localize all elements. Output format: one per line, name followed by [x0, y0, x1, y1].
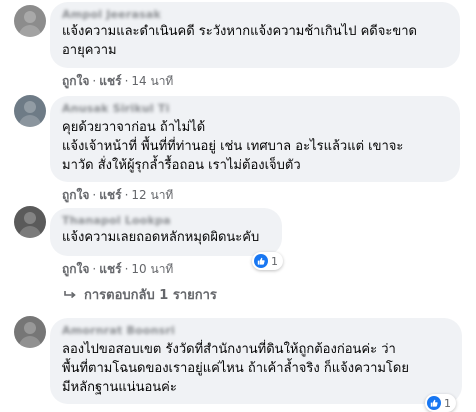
commenter-avatar[interactable] [14, 316, 46, 348]
comment-bubble: Anusak Sirikul Ti คุยด้วยวาจาก่อน ถ้าไม่… [50, 96, 460, 182]
commenter-avatar[interactable] [14, 5, 46, 37]
comment-bubble: Ampol Jeerasak แจ้งความและดำเนินคดี ระวั… [50, 2, 460, 68]
comment-text: ลองไปขอสอบเขต รังวัดที่สำนักงานที่ดินให้… [62, 342, 409, 395]
share-link[interactable]: แชร์ [99, 74, 121, 88]
reply-arrow-icon [64, 290, 76, 298]
reaction-count[interactable]: 1 [252, 252, 283, 270]
comment-author[interactable]: Amornrat Boonsri [62, 324, 450, 338]
comment-text: คุยด้วยวาจาก่อน ถ้าไม่ได้ แจ้งเจ้าหน้าที… [62, 120, 404, 173]
reaction-count[interactable]: 1 [425, 394, 456, 412]
commenter-avatar[interactable] [14, 95, 46, 127]
comment-bubble: Thanapol Lookpa แจ้งความเลยถอดหลักหมุดผิ… [50, 208, 282, 256]
share-link[interactable]: แชร์ [99, 262, 121, 276]
share-link[interactable]: แชร์ [99, 188, 121, 202]
like-link[interactable]: ถูกใจ [62, 188, 89, 202]
comment-time[interactable]: 12 นาที [131, 188, 173, 202]
like-link[interactable]: ถูกใจ [62, 74, 89, 88]
comment-actions: ถูกใจ · แชร์ · 14 นาที [62, 74, 174, 88]
comment-actions: ถูกใจ · แชร์ · 10 นาที [62, 262, 174, 276]
comment-actions: ถูกใจ · แชร์ · 12 นาที [62, 188, 174, 202]
thumbs-up-icon [427, 396, 441, 410]
thumbs-up-icon [254, 254, 268, 268]
view-replies-label: การตอบกลับ 1 รายการ [84, 288, 217, 303]
commenter-avatar[interactable] [14, 206, 46, 238]
comment-text: แจ้งความเลยถอดหลักหมุดผิดนะคับ [62, 230, 260, 245]
comment-author[interactable]: Thanapol Lookpa [62, 214, 270, 228]
view-replies-link[interactable]: การตอบกลับ 1 รายการ [64, 284, 217, 305]
like-link[interactable]: ถูกใจ [62, 262, 89, 276]
comment-author[interactable]: Ampol Jeerasak [62, 8, 448, 22]
comment-time[interactable]: 10 นาที [131, 262, 173, 276]
comment-time[interactable]: 14 นาที [131, 74, 173, 88]
comment-bubble: Amornrat Boonsri ลองไปขอสอบเขต รังวัดที่… [50, 318, 462, 404]
comment-author[interactable]: Anusak Sirikul Ti [62, 102, 448, 116]
comment-text: แจ้งความและดำเนินคดี ระวังหากแจ้งความช้า… [62, 24, 417, 58]
